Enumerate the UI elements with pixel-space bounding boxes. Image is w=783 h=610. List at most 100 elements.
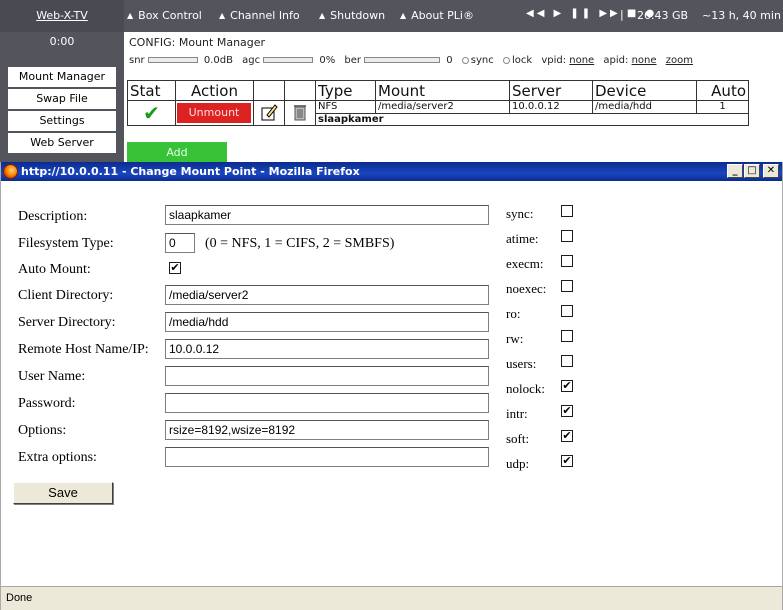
clock: 0:00	[49, 35, 75, 48]
app-logo-link[interactable]: Web-X-TV	[0, 0, 124, 32]
apid-link[interactable]: none	[632, 55, 657, 66]
option-ro-label: ro:	[506, 306, 521, 321]
ber-label: ber	[344, 55, 362, 66]
username-label: User Name:	[18, 369, 86, 384]
lock-indicator-icon	[502, 56, 510, 64]
unmount-button[interactable]: Unmount	[177, 103, 251, 123]
options-label: Options:	[18, 423, 67, 438]
filesystem-type-label: Filesystem Type:	[18, 236, 114, 251]
option-execm-label: execm:	[506, 256, 544, 271]
options-field[interactable]: rsize=8192,wsize=8192	[165, 420, 489, 440]
remaining-time: ~13 h, 40 min	[702, 9, 781, 22]
status-check-icon: ✔	[127, 100, 176, 126]
sidebar: 0:00 Mount Manager Swap File Settings We…	[0, 32, 124, 162]
extra-options-field[interactable]	[165, 447, 489, 467]
client-directory-field[interactable]: /media/server2	[165, 285, 489, 305]
remote-host-label: Remote Host Name/IP:	[18, 342, 149, 357]
option-udp-checkbox[interactable]: ✔	[561, 455, 573, 467]
option-soft-label: soft:	[506, 431, 530, 446]
col-action: Action	[175, 80, 254, 101]
username-field[interactable]	[165, 366, 489, 386]
sync-indicator-icon	[461, 56, 469, 64]
option-rw-label: rw:	[506, 331, 524, 346]
option-sync-label: sync:	[506, 206, 534, 221]
remote-host-field[interactable]: 10.0.0.12	[165, 339, 489, 359]
option-rw-checkbox[interactable]	[561, 330, 573, 342]
sync-label: sync	[470, 55, 494, 66]
signal-status-line: snr 0.0dB agc 0% ber 0 sync lock vpid: n…	[129, 55, 779, 66]
trash-icon[interactable]	[292, 102, 308, 122]
close-button[interactable]: ✕	[763, 164, 779, 178]
auto-mount-label: Auto Mount:	[18, 262, 91, 277]
mount-table: Stat Action Type Mount Server Device Aut…	[127, 80, 749, 126]
snr-value: 0.0dB	[203, 55, 233, 66]
minimize-button[interactable]: _	[727, 164, 743, 178]
delete-cell	[284, 100, 316, 126]
menu-shutdown[interactable]: ▲ Shutdown	[319, 9, 385, 22]
add-button[interactable]: Add	[127, 142, 227, 162]
separator: |	[620, 8, 624, 21]
triangle-icon: ▲	[127, 11, 134, 20]
cell-device: /media/hdd	[592, 100, 697, 114]
agc-value: 0%	[319, 55, 336, 66]
option-atime-label: atime:	[506, 231, 539, 246]
sidebar-item-web-server[interactable]: Web Server	[8, 133, 116, 153]
extra-options-label: Extra options:	[18, 450, 97, 465]
option-soft-checkbox[interactable]: ✔	[561, 430, 573, 442]
password-label: Password:	[18, 396, 76, 411]
save-button[interactable]: Save	[13, 482, 113, 504]
option-nolock-checkbox[interactable]: ✔	[561, 380, 573, 392]
window-titlebar[interactable]: http://10.0.0.11 - Change Mount Point - …	[1, 162, 782, 181]
popup-window: http://10.0.0.11 - Change Mount Point - …	[0, 162, 783, 610]
option-execm-checkbox[interactable]	[561, 255, 573, 267]
snr-meter	[147, 57, 198, 63]
status-text: Done	[6, 592, 33, 604]
triangle-icon: ▲	[319, 11, 326, 20]
option-udp-label: udp:	[506, 456, 530, 471]
auto-mount-checkbox[interactable]: ✔	[169, 262, 181, 274]
description-field[interactable]: slaapkamer	[165, 205, 489, 225]
zoom-link[interactable]: zoom	[666, 55, 693, 66]
option-atime-checkbox[interactable]	[561, 230, 573, 242]
col-mount: Mount	[375, 80, 510, 101]
option-noexec-label: noexec:	[506, 281, 547, 296]
menu-about[interactable]: ▲ About PLi®	[400, 9, 474, 22]
sidebar-item-swap-file[interactable]: Swap File	[8, 89, 116, 109]
option-users-checkbox[interactable]	[561, 355, 573, 367]
maximize-button[interactable]: □	[744, 164, 760, 178]
option-intr-checkbox[interactable]: ✔	[561, 405, 573, 417]
option-noexec-checkbox[interactable]	[561, 280, 573, 292]
ber-value: 0	[446, 55, 453, 66]
description-label: Description:	[18, 209, 88, 224]
sidebar-item-settings[interactable]: Settings	[8, 111, 116, 131]
password-field[interactable]	[165, 393, 489, 413]
filesystem-type-field[interactable]: 0	[165, 233, 195, 253]
main-content: CONFIG: Mount Manager snr 0.0dB agc 0% b…	[124, 32, 783, 162]
menu-box-control[interactable]: ▲ Box Control	[127, 9, 202, 22]
table-header-row: Stat Action Type Mount Server Device Aut…	[127, 80, 749, 101]
edit-cell	[253, 100, 285, 126]
col-delete	[284, 80, 316, 101]
disk-space: 26.43 GB	[637, 9, 689, 22]
col-device: Device	[592, 80, 697, 101]
vpid-link[interactable]: none	[569, 55, 594, 66]
snr-label: snr	[129, 55, 145, 66]
option-ro-checkbox[interactable]	[561, 305, 573, 317]
option-nolock-label: nolock:	[506, 381, 545, 396]
option-sync-checkbox[interactable]	[561, 205, 573, 217]
sidebar-item-mount-manager[interactable]: Mount Manager	[8, 67, 116, 87]
col-type: Type	[315, 80, 376, 101]
server-directory-field[interactable]: /media/hdd	[165, 312, 489, 332]
apid-label: apid:	[603, 55, 629, 66]
client-directory-label: Client Directory:	[18, 288, 114, 303]
menu-channel-info[interactable]: ▲ Channel Info	[219, 9, 300, 22]
cell-server: 10.0.0.12	[509, 100, 593, 114]
ber-meter	[364, 57, 441, 63]
table-row: ✔ Unmount NFS /media/server2 10.0.0.12 /…	[127, 100, 749, 126]
triangle-icon: ▲	[219, 11, 226, 20]
triangle-icon: ▲	[400, 11, 407, 20]
edit-icon[interactable]	[260, 102, 278, 122]
top-bar: Web-X-TV ▲ Box Control ▲ Channel Info ▲ Shu…	[0, 0, 783, 32]
agc-meter	[263, 57, 314, 63]
cell-type: NFS	[315, 100, 376, 114]
